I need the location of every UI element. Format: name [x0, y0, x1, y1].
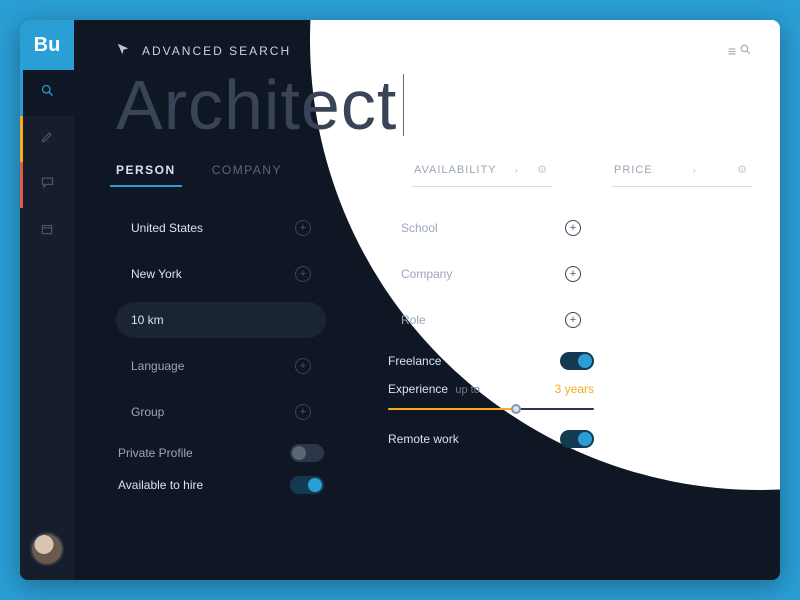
plus-icon: +	[565, 220, 581, 236]
school-field[interactable]: School +	[386, 210, 596, 246]
sidebar: Bu	[20, 20, 74, 580]
calendar-icon	[40, 222, 54, 241]
available-to-hire-row: Available to hire	[116, 472, 326, 494]
available-to-hire-toggle[interactable]	[290, 476, 324, 494]
plus-icon: +	[295, 404, 311, 420]
search-input-value: Architect	[116, 65, 397, 145]
remote-work-row: Remote work	[386, 426, 596, 448]
text-caret	[403, 74, 404, 136]
private-profile-row: Private Profile	[116, 440, 326, 462]
company-field[interactable]: Company +	[386, 256, 596, 292]
sidebar-item-chat[interactable]	[20, 162, 74, 208]
page-title: ADVANCED SEARCH	[142, 44, 291, 58]
chip-price[interactable]: PRICE › ⚙	[612, 163, 752, 187]
filter-search-button[interactable]: ≡	[728, 43, 752, 59]
tab-company[interactable]: COMPANY	[212, 163, 282, 187]
experience-value: 3 years	[555, 382, 594, 396]
chevron-right-icon: ›	[515, 165, 519, 175]
plus-icon: +	[565, 312, 581, 328]
sidebar-item-search[interactable]	[20, 70, 74, 116]
tab-person[interactable]: PERSON	[116, 163, 176, 187]
freelance-toggle[interactable]	[560, 352, 594, 370]
app-window: Bu	[20, 20, 780, 580]
search-icon	[40, 83, 55, 103]
group-field[interactable]: Group +	[116, 394, 326, 430]
pencil-icon	[40, 130, 54, 149]
main-panel: ADVANCED SEARCH ≡ Architect PERSON COMPA…	[74, 20, 780, 580]
language-field[interactable]: Language +	[116, 348, 326, 384]
cursor-icon	[116, 42, 130, 59]
plus-icon: +	[295, 266, 311, 282]
freelance-row: Freelance	[386, 348, 596, 370]
private-profile-toggle[interactable]	[290, 444, 324, 462]
gear-icon: ⚙	[537, 163, 548, 176]
role-field[interactable]: Role +	[386, 302, 596, 338]
sidebar-item-calendar[interactable]	[20, 208, 74, 254]
city-field[interactable]: New York +	[116, 256, 326, 292]
experience-slider[interactable]	[388, 402, 594, 416]
experience-row: Experience up to 3 years	[386, 380, 596, 416]
chevron-right-icon: ›	[693, 165, 697, 175]
plus-icon: +	[295, 358, 311, 374]
magnifier-icon	[739, 43, 752, 59]
radius-field[interactable]: 10 km	[116, 302, 326, 338]
filter-lines-icon: ≡	[728, 43, 735, 59]
app-logo[interactable]: Bu	[20, 20, 74, 70]
plus-icon: +	[565, 266, 581, 282]
plus-icon: +	[295, 220, 311, 236]
filters-column-left: United States + New York + 10 km Languag…	[116, 210, 326, 494]
country-field[interactable]: United States +	[116, 210, 326, 246]
gear-icon: ⚙	[737, 163, 748, 176]
search-input[interactable]: Architect	[116, 65, 752, 145]
user-avatar[interactable]	[30, 532, 64, 566]
chat-icon	[40, 175, 55, 195]
sidebar-item-edit[interactable]	[20, 116, 74, 162]
filters-column-right: School + Company + Role + Freelance Expe…	[386, 210, 596, 494]
chip-availability[interactable]: AVAILABILITY › ⚙	[412, 163, 552, 187]
remote-work-toggle[interactable]	[560, 430, 594, 448]
